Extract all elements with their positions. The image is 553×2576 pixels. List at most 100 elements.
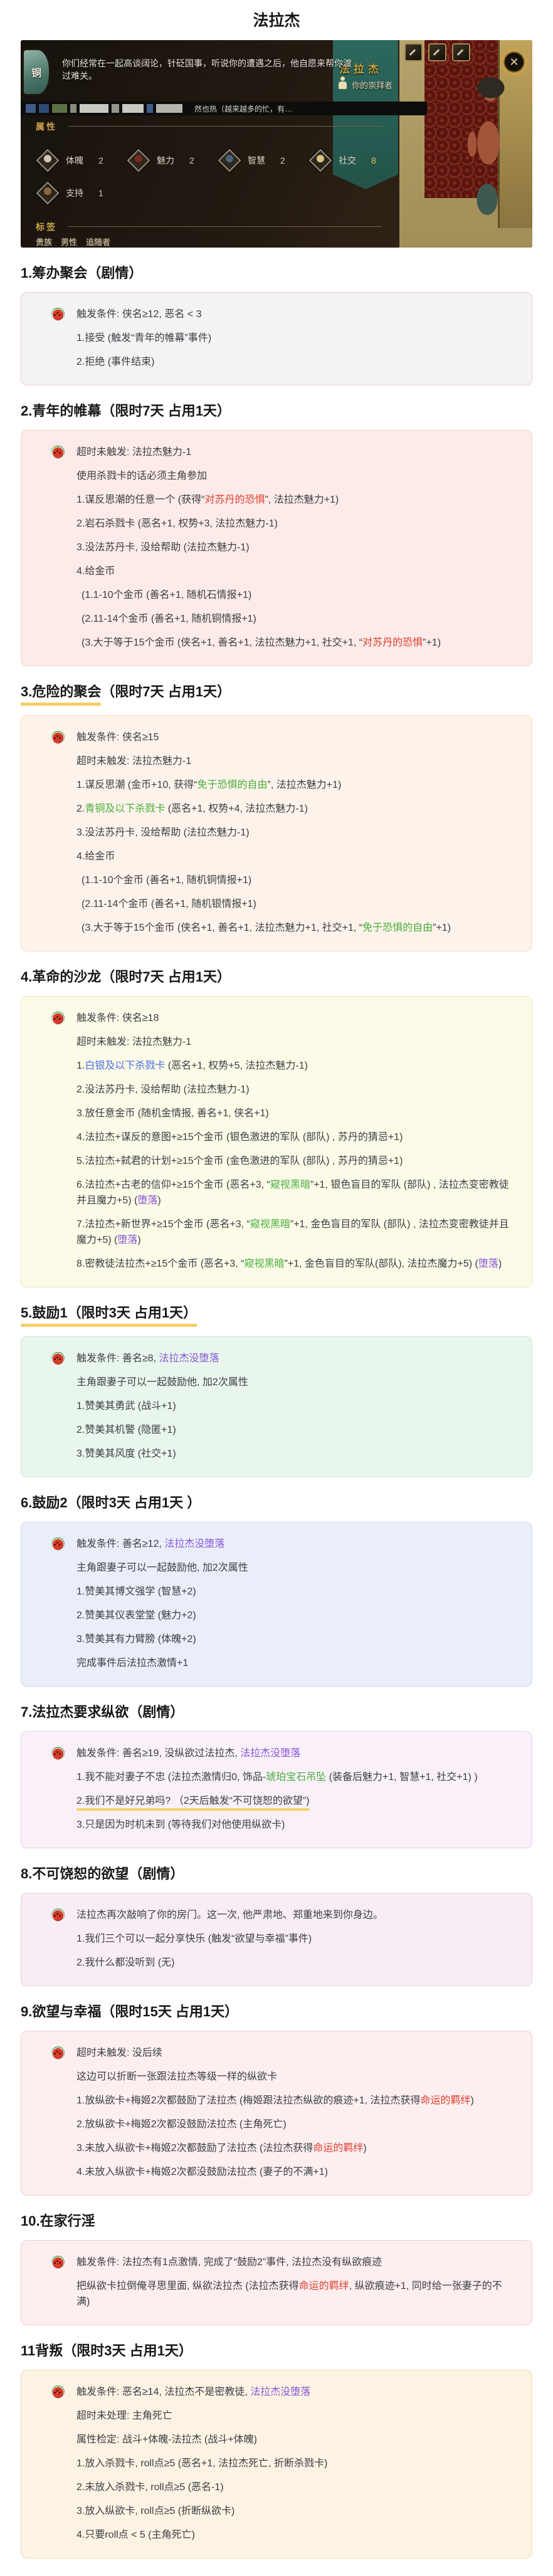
- event-line: 1.谋反思潮 (金币+10, 获得“免于恐惧的自由”, 法拉杰魅力+1): [38, 777, 515, 793]
- event-line: 3.赞美其有力臂膀 (体魄+2): [38, 1631, 515, 1647]
- event-line: 1.赞美其勇武 (战斗+1): [38, 1398, 515, 1414]
- attributes-row: 体魄 2 魅力 2 智慧 2 社交 8 支持 1: [36, 147, 412, 212]
- line-text: 触发条件: 善名≥19, 没纵欲过法拉杰, 法拉杰没堕落: [76, 1748, 301, 1759]
- line-text: 1.谋反思潮 (金币+10, 获得“免于恐惧的自由”, 法拉杰魅力+1): [76, 780, 342, 790]
- event-line: 4.给金币: [38, 563, 515, 579]
- line-text: 把纵欲卡拉倒俺寻思里面, 纵欲法拉杰 (法拉杰获得命运的羁绊, 纵欲痕迹+1, …: [76, 2281, 502, 2307]
- event-line: 这边可以折断一张跟法拉杰等级一样的纵欲卡: [38, 2069, 515, 2085]
- watermelon-icon: [51, 308, 65, 321]
- decorative-strip: 然也热（越来越多的忙，有…: [21, 102, 427, 115]
- line-text: 触发条件: 善名≥8, 法拉杰没堕落: [76, 1353, 219, 1364]
- event-line: 2.赞美其仪表堂堂 (魅力+2): [38, 1608, 515, 1623]
- line-text: 2.放纵欲卡+梅姬2次都没鼓励法拉杰 (主角死亡): [76, 2119, 287, 2130]
- event-line: 使用杀戮卡的话必须主角参加: [38, 468, 515, 484]
- event-line: 完成事件后法拉杰激情+1: [38, 1655, 515, 1671]
- watermelon-icon: [51, 731, 65, 744]
- line-text: 超时未处理: 主角死亡: [76, 2411, 172, 2421]
- event-box: 触发条件: 法拉杰有1点激情, 完成了“鼓励2”事件, 法拉杰没有纵欲痕迹 把纵欲…: [21, 2240, 532, 2325]
- event-line: 2.我们不是好兄弟吗? （2天后触发“不可饶恕的欲望”): [38, 1793, 515, 1811]
- inline-link[interactable]: 堕落: [137, 1195, 157, 1206]
- event-line: 1.放入杀戮卡, roll点≥5 (恶名+1, 法拉杰死亡, 折断杀戮卡): [38, 2456, 515, 2471]
- attribute-value: 2: [98, 155, 103, 165]
- watermelon-icon: [51, 1012, 65, 1025]
- inline-link: 命运的羁绊: [298, 2281, 349, 2291]
- inline-link: 青铜及以下杀戮卡: [85, 804, 166, 814]
- watermelon-icon: [51, 1537, 65, 1551]
- line-text: (3.大于等于15个金币 (侠名+1, 善名+1, 法拉杰魅力+1, 社交+1,…: [82, 637, 441, 648]
- event-line: 2.赞美其机警 (隐匿+1): [38, 1422, 515, 1438]
- tags-row: 贵族 男性 追随者: [36, 236, 110, 248]
- event-line: 3.赞美其风度 (社交+1): [38, 1446, 515, 1462]
- inline-link: 免于恐惧的自由: [362, 923, 433, 933]
- tool-icon: [404, 43, 423, 61]
- section-heading: 6.鼓励2（限时3天 占用1天 ）: [21, 1495, 201, 1511]
- trigger-line: 法拉杰再次敲响了你的房门。这一次, 他严肃地、郑重地来到你身边。: [38, 1907, 515, 1923]
- event-box: 触发条件: 侠名≥18 超时未触发: 法拉杰魅力-1 1.白银及以下杀戮卡 (恶名+…: [21, 996, 532, 1287]
- event-line: 4.法拉杰+谋反的意图+≥15个金币 (银色激进的军队 (部队) , 苏丹的猜忌…: [38, 1129, 515, 1145]
- line-text: 6.法拉杰+古老的信仰+≥15个金币 (恶名+3, “窥视黑暗”+1, 银色盲目…: [76, 1180, 509, 1206]
- line-text: 触发条件: 侠名≥15: [76, 732, 159, 743]
- event-line: 2.未放入杀戮卡, roll点≥5 (恶名-1): [38, 2479, 515, 2495]
- line-text: 3.赞美其有力臂膀 (体魄+2): [76, 1634, 196, 1645]
- event-line: 4.只要roll点 < 5 (主角死亡): [38, 2527, 515, 2543]
- line-text: (2.11-14个金币 (善名+1, 随机铜情报+1): [82, 614, 256, 624]
- line-text: 2.我们不是好兄弟吗? （2天后触发“不可饶恕的欲望”): [76, 1796, 310, 1811]
- event-line: 8.密教徒法拉杰+≥15个金币 (恶名+3, “窥视黑暗”+1, 金色盲目的军队…: [38, 1256, 515, 1272]
- line-text: 2.我什么都没听到 (无): [76, 1957, 175, 1968]
- event-line: 4.未放入纵欲卡+梅姬2次都没鼓励法拉杰 (妻子的不满+1): [38, 2164, 515, 2180]
- inline-link[interactable]: 法拉杰没堕落: [164, 1539, 224, 1549]
- inline-link[interactable]: 法拉杰没堕落: [240, 1748, 300, 1759]
- line-text: 2.没法苏丹卡, 没给帮助 (法拉杰魅力-1): [76, 1084, 250, 1095]
- event-line: 1.谋反思潮的任意一个 (获得“对苏丹的恐惧”, 法拉杰魅力+1): [38, 492, 515, 508]
- character-role: 你的崇拜者: [352, 81, 393, 90]
- line-text: 完成事件后法拉杰激情+1: [76, 1658, 189, 1668]
- attribute-item: 智慧 2: [218, 147, 308, 174]
- inline-link[interactable]: 白银及以下杀戮卡: [85, 1060, 165, 1071]
- section-heading: 9.欲望与幸福（限时15天 占用1天）: [21, 2004, 239, 2019]
- trigger-line: 超时未触发: 法拉杰魅力-1: [38, 444, 515, 460]
- section-heading: 2.青年的帷幕（限时7天 占用1天）: [21, 403, 231, 419]
- page-title: 法拉杰: [253, 12, 300, 29]
- event-box: 触发条件: 善名≥12, 法拉杰没堕落 主角跟妻子可以一起鼓励他, 加2次属性 1.…: [21, 1522, 532, 1687]
- line-text: 2.拒绝 (事件结束): [76, 357, 155, 367]
- event-line: 3.放任意金币 (随机金情报, 善名+1, 侠名+1): [38, 1106, 515, 1121]
- dialog-text: 你们经常在一起高谈阔论，针砭国事，听说你的遭遇之后，他自愿来帮你渡过难关。: [62, 58, 352, 81]
- trigger-line: 触发条件: 侠名≥12, 恶名 < 3: [38, 306, 515, 322]
- inline-link[interactable]: 法拉杰没堕落: [159, 1353, 219, 1364]
- trigger-line: 触发条件: 善名≥19, 没纵欲过法拉杰, 法拉杰没堕落: [38, 1746, 515, 1761]
- event-line: 把纵欲卡拉倒俺寻思里面, 纵欲法拉杰 (法拉杰获得命运的羁绊, 纵欲痕迹+1, …: [38, 2278, 515, 2310]
- watermelon-icon: [51, 446, 65, 459]
- line-text: 4.法拉杰+谋反的意图+≥15个金币 (银色激进的军队 (部队) , 苏丹的猜忌…: [76, 1132, 403, 1143]
- line-text: 4.给金币: [76, 566, 115, 577]
- trigger-line: 触发条件: 善名≥12, 法拉杰没堕落: [38, 1536, 515, 1552]
- attribute-name: 社交: [339, 155, 356, 165]
- section-heading: 3.危险的聚会（限时7天 占用1天）: [21, 683, 532, 706]
- watermelon-icon: [51, 1352, 65, 1365]
- attribute-icon: [308, 149, 332, 172]
- attribute-item: 社交 8: [308, 147, 399, 174]
- inline-link[interactable]: 堕落: [117, 1235, 137, 1245]
- event-box: 法拉杰再次敲响了你的房门。这一次, 他严肃地、郑重地来到你身边。 1.我们三个可以…: [21, 1893, 532, 1986]
- watermelon-icon: [51, 2385, 65, 2399]
- line-text: 触发条件: 侠名≥18: [76, 1013, 159, 1024]
- tag: 贵族: [36, 238, 53, 247]
- tag: 追随者: [86, 238, 111, 247]
- event-line: 1.放纵欲卡+梅姬2次都鼓励了法拉杰 (梅姬跟法拉杰纵欲的痕迹+1, 法拉杰获得…: [38, 2093, 515, 2108]
- inline-link: 免于恐惧的自由: [197, 780, 268, 790]
- line-text: (3.大于等于15个金币 (侠名+1, 善名+1, 法拉杰魅力+1, 社交+1,…: [82, 923, 451, 933]
- trigger-line: 超时未触发: 没后续: [38, 2045, 515, 2061]
- event-line: 1.接受 (触发“青年的帷幕”事件): [38, 330, 515, 346]
- attribute-icon: [218, 149, 241, 172]
- copper-rank-badge: 铜: [23, 49, 50, 95]
- inline-link[interactable]: 法拉杰没堕落: [250, 2387, 310, 2397]
- event-box: 触发条件: 侠名≥15 超时未触发: 法拉杰魅力-1 1.谋反思潮 (金币+10, …: [21, 715, 532, 951]
- inline-link: 窥视黑暗: [270, 1180, 310, 1190]
- attribute-icon: [36, 149, 60, 172]
- character-illustration: [451, 69, 531, 248]
- inline-link[interactable]: 堕落: [478, 1259, 498, 1269]
- watermelon-icon: [51, 1908, 65, 1922]
- inline-link: 命运的羁绊: [420, 2095, 471, 2106]
- event-line: 1.我们三个可以一起分享快乐 (触发“欲望与幸福”事件): [38, 1931, 515, 1947]
- attribute-value: 8: [371, 155, 376, 165]
- line-text: 3.没法苏丹卡, 没给帮助 (法拉杰魅力-1): [76, 542, 250, 553]
